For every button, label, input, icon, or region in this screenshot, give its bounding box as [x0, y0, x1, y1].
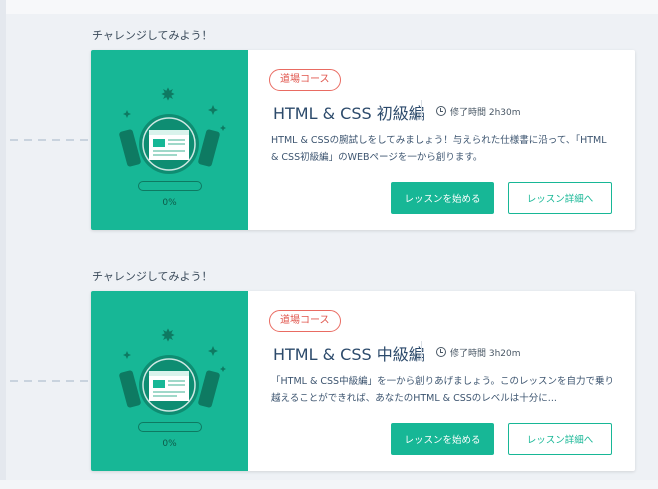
bottom-strip: [0, 480, 658, 489]
course-description: 「HTML & CSS中級編」を一から創りあげましょう。このレッスンを自力で乗り…: [271, 376, 615, 404]
progress-text: 0%: [162, 439, 177, 449]
course-description: HTML & CSSの腕試しをしてみましょう！与えられた仕様書に沿って、「HTM…: [271, 135, 607, 163]
completion-time-text: 修了時間 2h30m: [450, 108, 521, 118]
completion-time: 修了時間 3h20m: [436, 346, 521, 359]
title-divider: [421, 341, 422, 361]
progress-bar: [138, 422, 202, 432]
completion-time: 修了時間 2h30m: [436, 105, 521, 118]
start-lesson-button[interactable]: レッスンを始める: [391, 182, 494, 214]
lesson-detail-button[interactable]: レッスン詳細へ: [508, 423, 612, 455]
course-thumbnail: 0%: [91, 291, 248, 471]
course-title: HTML & CSS 初級編: [273, 104, 425, 123]
section-heading: チャレンジしてみよう！: [92, 270, 213, 283]
completion-time-text: 修了時間 3h20m: [450, 349, 521, 359]
progress-text: 0%: [162, 198, 177, 208]
title-divider: [421, 100, 422, 120]
course-type-badge: 道場コース: [269, 310, 341, 332]
clock-icon: [436, 106, 446, 116]
course-type-badge: 道場コース: [269, 69, 341, 91]
course-title: HTML & CSS 中級編: [273, 345, 425, 364]
timeline-connector: [10, 380, 90, 382]
course-card: 0% 道場コース HTML & CSS 初級編 修了時間 2h30m HTML …: [91, 50, 635, 230]
timeline-rail: [0, 0, 6, 489]
top-strip: [0, 0, 658, 14]
progress-bar: [138, 181, 202, 191]
timeline-connector: [10, 139, 90, 141]
course-thumbnail: 0%: [91, 50, 248, 230]
start-lesson-button[interactable]: レッスンを始める: [391, 423, 494, 455]
course-card: 0% 道場コース HTML & CSS 中級編 修了時間 3h20m 「HTML…: [91, 291, 635, 471]
lesson-detail-button[interactable]: レッスン詳細へ: [508, 182, 612, 214]
clock-icon: [436, 347, 446, 357]
section-heading: チャレンジしてみよう！: [92, 29, 213, 42]
